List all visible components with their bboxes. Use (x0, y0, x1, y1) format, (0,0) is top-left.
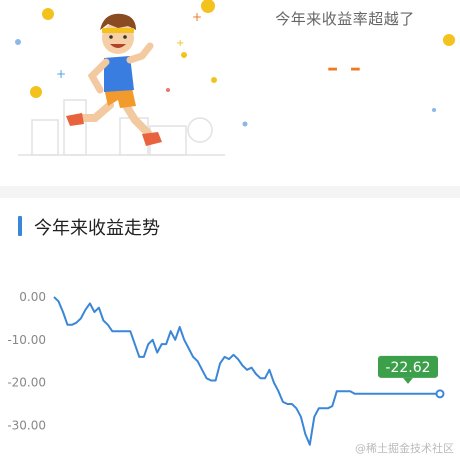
svg-text:+: + (192, 10, 202, 24)
hero-banner: + + + 今年来收益率超越了 – – (0, 0, 460, 186)
last-value-badge: -22.62 (378, 355, 438, 384)
section-title: 今年来收益走势 (34, 218, 160, 239)
y-tick-label: -30.00 (7, 418, 46, 432)
section-accent-bar (18, 216, 22, 236)
y-tick-label: -20.00 (7, 376, 46, 390)
svg-text:+: + (56, 67, 66, 81)
beat-rate-value: – – (327, 56, 363, 81)
watermark: @稀土掘金技术社区 (355, 442, 454, 455)
end-point-marker (435, 389, 445, 399)
section-divider (0, 186, 460, 198)
last-value-label: -22.62 (385, 360, 430, 376)
y-tick-label: -10.00 (7, 333, 46, 347)
returns-line-chart: 0.00 -10.00 -20.00 -30.00 -22.62 (7, 290, 445, 446)
beat-rate-label: 今年来收益率超越了 (275, 10, 415, 28)
svg-text:+: + (176, 38, 184, 49)
y-tick-label: 0.00 (19, 290, 46, 304)
section-header: 今年来收益走势 (0, 208, 460, 244)
